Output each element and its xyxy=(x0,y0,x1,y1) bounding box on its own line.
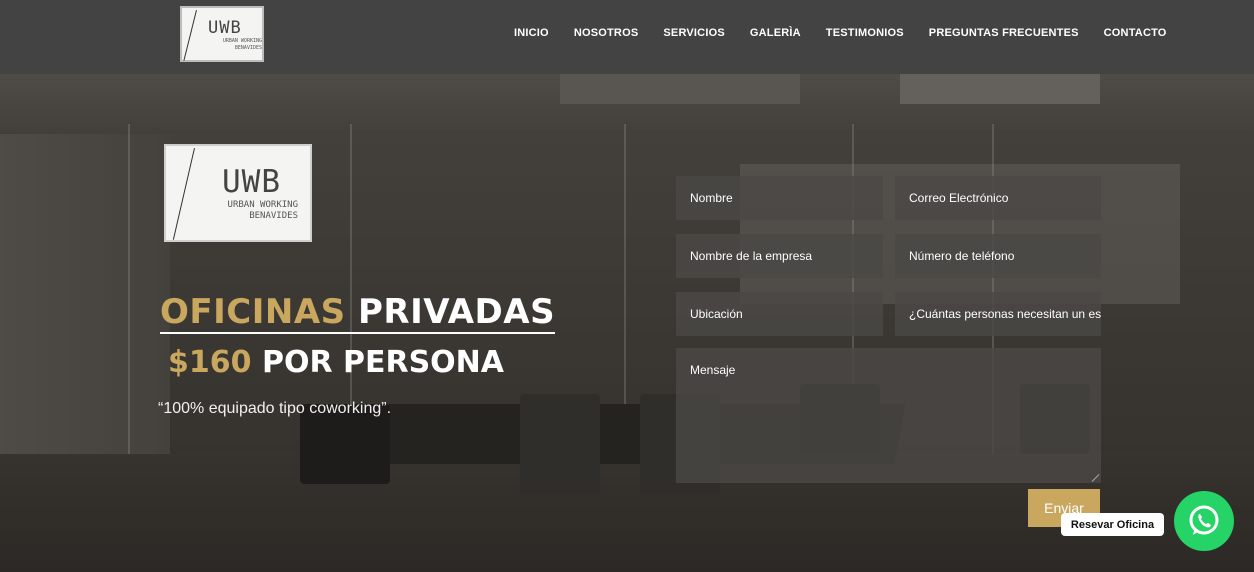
site-header: UWB URBAN WORKING BENAVIDES INICIO NOSOT… xyxy=(0,0,1254,74)
nav-preguntas-frecuentes[interactable]: PREGUNTAS FRECUENTES xyxy=(929,27,1079,39)
price-unit: POR PERSONA xyxy=(261,345,505,380)
price-amount: $160 xyxy=(168,345,252,380)
nav-inicio[interactable]: INICIO xyxy=(514,27,549,39)
company-field[interactable]: Nombre de la empresa xyxy=(676,234,883,278)
whatsapp-label[interactable]: Resevar Oficina xyxy=(1061,513,1164,536)
name-field[interactable]: Nombre xyxy=(676,176,883,220)
nav-testimonios[interactable]: TESTIMONIOS xyxy=(826,27,904,39)
location-field[interactable]: Ubicación xyxy=(676,292,883,336)
header-logo[interactable]: UWB URBAN WORKING BENAVIDES xyxy=(180,6,264,62)
hero-headline: OFICINAS PRIVADAS xyxy=(160,292,556,334)
logo-subtitle-line2: BENAVIDES xyxy=(234,45,262,51)
whatsapp-button[interactable] xyxy=(1174,491,1234,551)
main-nav: INICIO NOSOTROS SERVICIOS GALERÌA TESTIM… xyxy=(514,27,1192,39)
logo-subtitle: URBAN WORKING BENAVIDES xyxy=(204,38,262,52)
nav-nosotros[interactable]: NOSOTROS xyxy=(574,27,639,39)
logo-subtitle-line1: URBAN WORKING xyxy=(222,38,262,44)
nav-contacto[interactable]: CONTACTO xyxy=(1104,27,1167,39)
nav-galeria[interactable]: GALERÌA xyxy=(750,27,801,39)
nav-servicios[interactable]: SERVICIOS xyxy=(663,27,725,39)
headline-white: PRIVADAS xyxy=(357,292,556,332)
textarea-resize-handle[interactable] xyxy=(1092,473,1100,481)
phone-field[interactable]: Número de teléfono xyxy=(895,234,1101,278)
logo-letters: UWB xyxy=(208,18,242,38)
hero-logo: UWB URBAN WORKING BENAVIDES xyxy=(164,144,312,242)
logo-letters: UWB xyxy=(222,164,281,200)
headline-gold: OFICINAS xyxy=(160,292,346,332)
logo-slash xyxy=(183,10,197,61)
logo-subtitle-line1: URBAN WORKING xyxy=(227,200,298,210)
hero-price: $160 POR PERSONA xyxy=(168,345,504,380)
logo-subtitle: URBAN WORKING BENAVIDES xyxy=(206,200,298,222)
logo-slash xyxy=(172,148,195,240)
email-field[interactable]: Correo Electrónico xyxy=(895,176,1101,220)
people-field[interactable]: ¿Cuántas personas necesitan un espacio? xyxy=(895,292,1101,336)
whatsapp-icon xyxy=(1189,505,1219,535)
hero-tagline: “100% equipado tipo coworking”. xyxy=(158,400,392,417)
message-field[interactable]: Mensaje xyxy=(676,348,1101,483)
logo-subtitle-line2: BENAVIDES xyxy=(249,211,298,221)
